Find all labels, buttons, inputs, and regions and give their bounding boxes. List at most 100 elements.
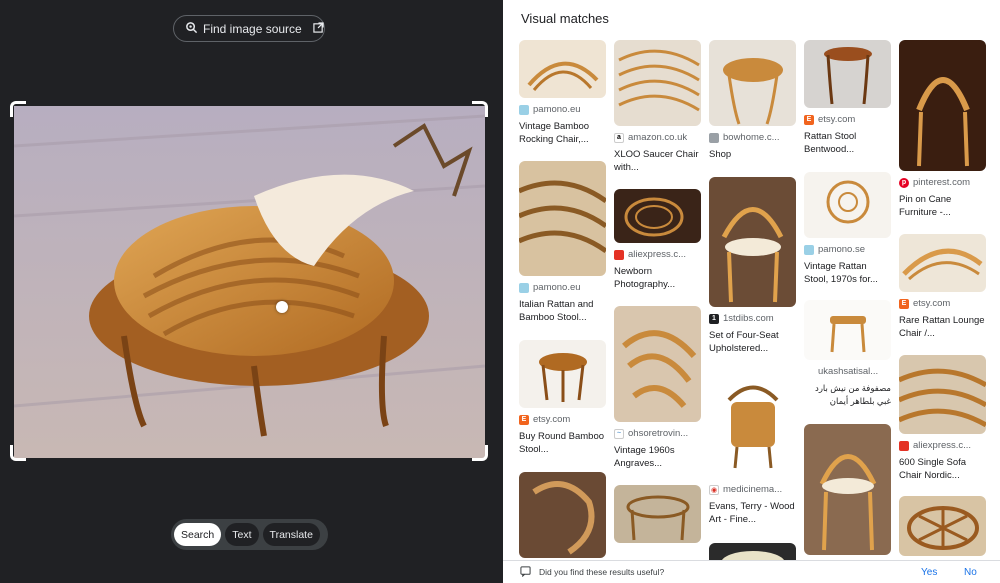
result-card[interactable]: pamono.se Vintage Rattan Stool, 1970s fo… xyxy=(804,172,891,286)
feedback-bar: Did you find these results useful? Yes N… xyxy=(503,560,1000,583)
result-thumbnail[interactable] xyxy=(519,472,606,558)
result-source: pamono.eu xyxy=(533,282,581,293)
site-favicon-icon: E xyxy=(899,298,909,309)
result-thumbnail[interactable] xyxy=(899,234,986,292)
result-source: pinterest.com xyxy=(913,177,971,188)
result-card[interactable]: ukashsatisal... مصفوفة من نيش بارد غبي ب… xyxy=(804,300,891,408)
site-favicon-icon: ~ xyxy=(614,428,624,439)
result-thumbnail[interactable] xyxy=(709,370,796,478)
result-thumbnail[interactable] xyxy=(519,161,606,276)
result-source: medicinema... xyxy=(723,484,783,495)
crop-handle-top-left[interactable] xyxy=(10,101,26,117)
mode-translate-button[interactable]: Translate xyxy=(262,523,320,546)
visual-matches-title: Visual matches xyxy=(521,11,609,26)
site-favicon-icon xyxy=(709,132,719,143)
result-card[interactable]: Eetsy.com Buy Round Bamboo Stool... xyxy=(519,340,606,456)
result-thumbnail[interactable] xyxy=(804,300,891,360)
result-source: ukashsatisal... xyxy=(818,366,879,377)
result-title: Vintage Bamboo Rocking Chair,... xyxy=(519,121,590,145)
find-image-source-label: Find image source xyxy=(203,21,302,36)
selected-image xyxy=(14,106,485,458)
site-favicon-icon: a xyxy=(614,132,624,143)
result-card[interactable]: 1 1stdibs.com Set of Four-Seat Upholstere… xyxy=(709,177,796,355)
result-card[interactable]: Eetsy.com Rattan Stool Bentwood... xyxy=(804,40,891,156)
result-thumbnail[interactable] xyxy=(614,189,701,243)
result-title: Rattan Stool Bentwood... xyxy=(804,131,857,155)
result-thumbnail[interactable] xyxy=(709,40,796,126)
result-thumbnail[interactable] xyxy=(614,40,701,126)
mode-text-button[interactable]: Text xyxy=(225,523,259,546)
lens-icon xyxy=(185,21,198,37)
result-card[interactable]: pamono.eu Italian Rattan and Bamboo Stoo… xyxy=(519,161,606,324)
result-source: etsy.com xyxy=(818,114,856,125)
result-title: Set of Four-Seat Upholstered... xyxy=(709,330,779,354)
crop-handle-bottom-left[interactable] xyxy=(10,445,26,461)
result-card[interactable] xyxy=(899,496,986,556)
site-favicon-icon: E xyxy=(804,114,814,125)
results-pane: Visual matches pamono.eu Vintage Bamboo … xyxy=(503,0,1000,583)
result-thumbnail[interactable] xyxy=(804,172,891,238)
site-favicon-icon xyxy=(804,244,814,255)
result-thumbnail[interactable] xyxy=(519,40,606,98)
result-thumbnail[interactable] xyxy=(899,355,986,434)
feedback-icon xyxy=(520,565,531,579)
result-title: Rare Rattan Lounge Chair /... xyxy=(899,315,985,339)
result-card[interactable] xyxy=(804,424,891,555)
result-thumbnail[interactable] xyxy=(804,424,891,555)
result-thumbnail[interactable] xyxy=(614,306,701,422)
result-title: Newborn Photography... xyxy=(614,266,676,290)
result-thumbnail[interactable] xyxy=(519,340,606,408)
result-card[interactable]: bowhome.c... Shop xyxy=(709,40,796,161)
site-favicon-icon: ◉ xyxy=(709,484,719,495)
pinterest-icon: p xyxy=(899,177,909,188)
result-thumbnail[interactable] xyxy=(899,40,986,171)
site-favicon-icon: 1 xyxy=(709,313,719,324)
open-external-icon xyxy=(313,21,324,36)
result-title: مصفوفة من نيش بارد غبي بلطاهر أيمان سبي.… xyxy=(815,383,891,406)
result-card[interactable] xyxy=(519,472,606,558)
result-card[interactable]: ◉ medicinema... Evans, Terry - Wood Art -… xyxy=(709,370,796,526)
result-title: Vintage Rattan Stool, 1970s for... xyxy=(804,261,878,285)
crop-handle-top-right[interactable] xyxy=(472,101,488,117)
result-source: aliexpress.c... xyxy=(628,249,687,260)
result-thumbnail[interactable] xyxy=(709,177,796,307)
feedback-question: Did you find these results useful? xyxy=(539,567,665,577)
image-preview-pane: Find image source Search Text Translate xyxy=(0,0,503,583)
result-card[interactable] xyxy=(614,485,701,543)
result-source: 1stdibs.com xyxy=(723,313,774,324)
result-title: Pin on Cane Furniture -... xyxy=(899,194,952,218)
result-card[interactable]: pamono.eu Vintage Bamboo Rocking Chair,.… xyxy=(519,40,606,146)
result-source: ohsoretrovin... xyxy=(628,428,689,439)
result-thumbnail[interactable] xyxy=(614,485,701,543)
find-image-source-button[interactable]: Find image source xyxy=(173,15,325,42)
object-dot[interactable] xyxy=(276,301,288,313)
site-favicon-icon xyxy=(519,282,529,293)
result-source: pamono.eu xyxy=(533,104,581,115)
result-card[interactable]: ~ ohsoretrovin... Vintage 1960s Angraves.… xyxy=(614,306,701,470)
result-card[interactable]: p pinterest.com Pin on Cane Furniture -..… xyxy=(899,40,986,219)
site-favicon-icon: E xyxy=(519,414,529,425)
result-source: amazon.co.uk xyxy=(628,132,688,143)
result-card[interactable]: aliexpress.c... Newborn Photography... xyxy=(614,189,701,291)
result-title: Italian Rattan and Bamboo Stool... xyxy=(519,299,594,323)
result-source: etsy.com xyxy=(533,414,571,425)
feedback-yes-button[interactable]: Yes xyxy=(921,567,937,578)
site-favicon-icon xyxy=(519,104,529,115)
crop-handle-bottom-right[interactable] xyxy=(472,445,488,461)
result-title: Vintage 1960s Angraves... xyxy=(614,445,675,469)
result-source: etsy.com xyxy=(913,298,951,309)
result-thumbnail[interactable] xyxy=(804,40,891,108)
search-mode-switcher: Search Text Translate xyxy=(171,519,328,550)
result-title: XLOO Saucer Chair with... xyxy=(614,149,699,173)
result-thumbnail[interactable] xyxy=(899,496,986,556)
mode-search-button[interactable]: Search xyxy=(174,523,222,546)
site-favicon-icon xyxy=(614,249,624,260)
result-title: Evans, Terry - Wood Art - Fine... xyxy=(709,501,795,525)
site-favicon-icon xyxy=(899,440,909,451)
result-card[interactable]: a amazon.co.uk XLOO Saucer Chair with... xyxy=(614,40,701,174)
result-card[interactable]: Eetsy.com Rare Rattan Lounge Chair /... xyxy=(899,234,986,340)
result-source: pamono.se xyxy=(818,244,866,255)
result-card[interactable]: aliexpress.c... 600 Single Sofa Chair No… xyxy=(899,355,986,482)
result-source: bowhome.c... xyxy=(723,132,780,143)
feedback-no-button[interactable]: No xyxy=(964,567,977,578)
